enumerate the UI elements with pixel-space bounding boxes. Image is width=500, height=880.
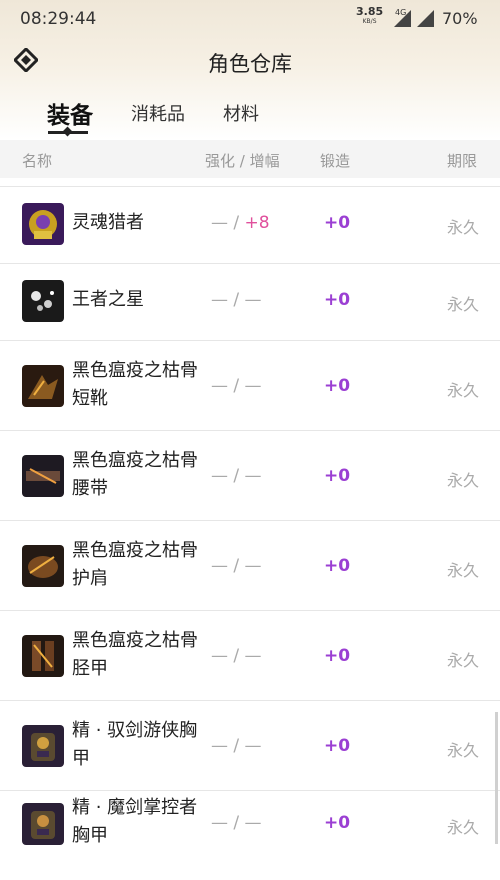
item-period: 永久 (447, 741, 480, 760)
scrollbar[interactable] (495, 712, 498, 844)
item-enhance: — / — (211, 556, 262, 576)
tab-consumables[interactable]: 消耗品 (131, 100, 185, 126)
soul-hunter-icon (22, 203, 64, 245)
item-forge: +0 (324, 376, 351, 396)
item-forge: +0 (324, 736, 351, 756)
list-item[interactable]: 黑色瘟疫之枯骨短靴 — / — +0 永久 (0, 340, 500, 430)
column-name: 名称 (22, 152, 53, 170)
list-item[interactable]: 精 · 驭剑游侠胸甲 — / — +0 永久 (0, 700, 500, 790)
item-amp-value: +8 (244, 213, 270, 233)
item-period: 永久 (447, 651, 480, 670)
item-forge: +0 (324, 556, 351, 576)
item-name: 黑色瘟疫之枯骨短靴 (72, 360, 198, 409)
ranger-chest-icon (22, 725, 64, 767)
item-name: 精 · 驭剑游侠胸甲 (72, 720, 198, 769)
plague-shoulder-icon (22, 545, 64, 587)
item-list: 灵魂猎者 — / +8 +0 永久 王者之星 — / — +0 永久 黑色瘟疫之… (0, 186, 500, 880)
tab-equipment[interactable]: 装备 (47, 96, 93, 130)
list-item[interactable]: 黑色瘟疫之枯骨护肩 — / — +0 永久 (0, 520, 500, 610)
item-forge: +0 (324, 290, 351, 310)
item-enhance: — / +8 (211, 213, 270, 233)
item-name: 黑色瘟疫之枯骨护肩 (72, 540, 198, 589)
item-period: 永久 (447, 381, 480, 400)
item-enhance: — / — (211, 736, 262, 756)
item-name: 黑色瘟疫之枯骨胫甲 (72, 630, 198, 679)
item-name: 黑色瘟疫之枯骨腰带 (72, 450, 198, 499)
item-period: 永久 (447, 471, 480, 490)
page-title: 角色仓库 (208, 52, 292, 76)
item-name: 灵魂猎者 (72, 212, 144, 233)
item-enhance: — / — (211, 646, 262, 666)
tab-materials[interactable]: 材料 (223, 100, 259, 126)
column-header: 名称 强化 / 增幅 锻造 期限 (0, 140, 500, 178)
column-forge: 锻造 (320, 152, 351, 170)
item-enhance: — / — (211, 813, 262, 833)
item-period: 永久 (447, 218, 480, 237)
battery-level: 70% (442, 9, 478, 28)
plague-legs-icon (22, 635, 64, 677)
list-item[interactable]: 王者之星 — / — +0 永久 (0, 263, 500, 340)
status-time: 08:29:44 (20, 9, 97, 29)
magic-sword-chest-icon (22, 803, 64, 845)
status-bar: 08:29:44 3.85 KB/S 4G 70% (0, 0, 500, 38)
item-enhance: — / — (211, 466, 262, 486)
item-name: 精 · 魔剑掌控者胸甲 (72, 797, 198, 846)
network-speed-unit: KB/S (362, 18, 377, 25)
item-period: 永久 (447, 561, 480, 580)
tab-bar: 装备 消耗品 材料 (0, 96, 500, 142)
king-star-icon (22, 280, 64, 322)
item-enhance: — / — (211, 376, 262, 396)
list-item[interactable]: 黑色瘟疫之枯骨腰带 — / — +0 永久 (0, 430, 500, 520)
item-enhance-value: — / (211, 213, 240, 233)
column-period: 期限 (447, 152, 478, 170)
item-forge: +0 (324, 646, 351, 666)
plague-belt-icon (22, 455, 64, 497)
item-period: 永久 (447, 818, 480, 837)
item-forge: +0 (324, 466, 351, 486)
item-enhance: — / — (211, 290, 262, 310)
list-item[interactable]: 灵魂猎者 — / +8 +0 永久 (0, 186, 500, 263)
tab-active-indicator (48, 131, 88, 134)
signal-strength-icon (417, 10, 434, 27)
list-item[interactable]: 精 · 魔剑掌控者胸甲 — / — +0 永久 (0, 790, 500, 880)
list-item[interactable]: 黑色瘟疫之枯骨胫甲 — / — +0 永久 (0, 610, 500, 700)
plague-boots-icon (22, 365, 64, 407)
column-enhance: 强化 / 增幅 (205, 152, 280, 170)
network-speed: 3.85 KB/S (356, 6, 383, 27)
item-forge: +0 (324, 813, 351, 833)
item-forge: +0 (324, 213, 351, 233)
item-period: 永久 (447, 295, 480, 314)
item-name: 王者之星 (72, 289, 144, 310)
network-type: 4G (395, 8, 407, 17)
